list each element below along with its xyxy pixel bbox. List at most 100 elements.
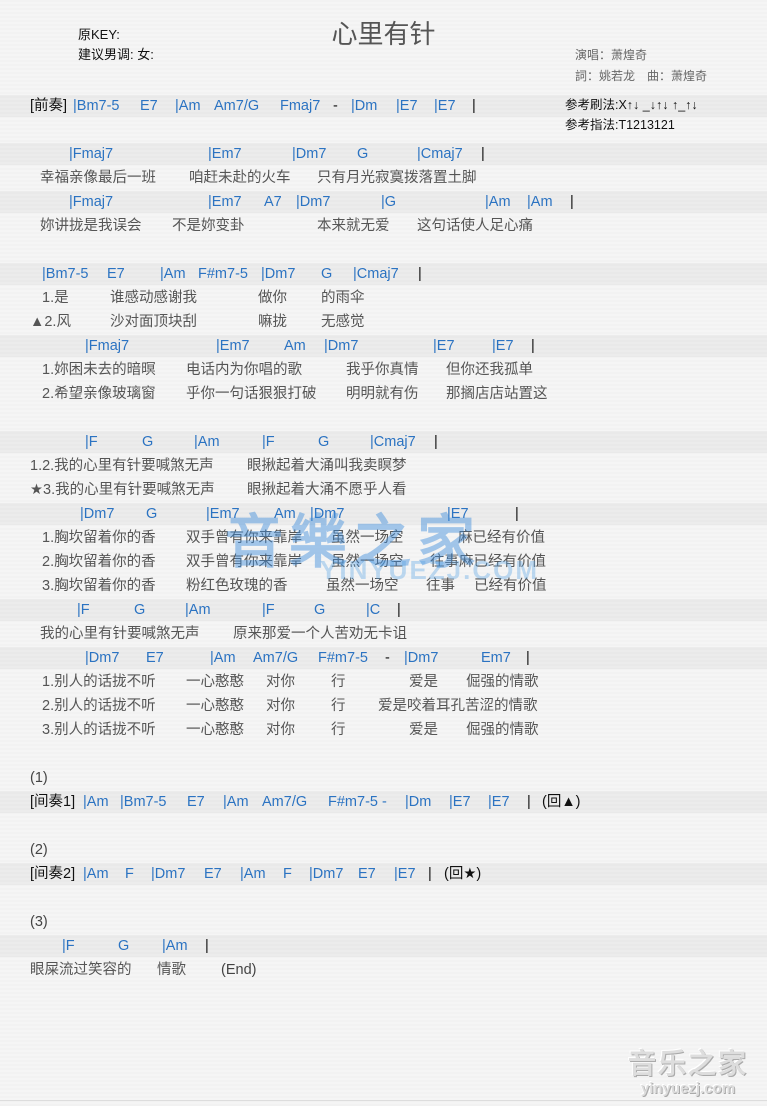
chord: |Fmaj7 <box>69 146 114 162</box>
chord: A7 <box>264 194 282 210</box>
chord: |Am <box>194 434 220 450</box>
lyric-segment: 已经有价值 <box>474 578 547 594</box>
chord: |E7 <box>433 338 455 354</box>
chord: |E7 <box>434 98 456 114</box>
lyric-segment: 对你 <box>266 698 295 714</box>
lyric-segment: 2.胸坎留着你的香 <box>42 554 156 570</box>
lyric-segment: 3.胸坎留着你的香 <box>42 578 156 594</box>
chord: |Dm7 <box>404 650 439 666</box>
chord: Em7 <box>481 650 511 666</box>
chord: |F <box>262 602 275 618</box>
lyric-segment: 幸福亲像最后一班 <box>40 170 156 186</box>
original-key: 原KEY: <box>78 27 120 42</box>
chord: F#m7-5 <box>198 266 248 282</box>
lyric-segment: 对你 <box>266 722 295 738</box>
lyric-segment: 行 <box>331 722 346 738</box>
bar-line: | <box>428 866 432 882</box>
lyric-segment: 一心憨憨 <box>186 698 244 714</box>
chord: |Dm7 <box>296 194 331 210</box>
chord: |F <box>85 434 98 450</box>
chord: Fmaj7 <box>280 98 321 114</box>
chord: |E7 <box>447 506 469 522</box>
section-marker: (1) <box>30 770 48 786</box>
lyric-segment: 倔强的情歌 <box>466 722 539 738</box>
chord: |Bm7-5 <box>120 794 167 810</box>
lyric-segment: 1.别人的话拢不听 <box>42 674 156 690</box>
chord: E7 <box>187 794 205 810</box>
chord: |E7 <box>492 338 514 354</box>
lyric-segment: 爱是 <box>409 674 438 690</box>
lyric-segment: 眼揪起着大涌叫我卖瞑梦 <box>247 458 407 474</box>
repeat-marker: (回▲) <box>542 794 581 810</box>
chord: F#m7-5 - <box>328 794 387 810</box>
bar-line: | <box>531 338 535 354</box>
chord: G <box>118 938 130 954</box>
lyric-segment: 一心憨憨 <box>186 722 244 738</box>
lyric-segment: 原来那爱一个人苦劝无卡诅 <box>233 626 407 642</box>
chord: F#m7-5 <box>318 650 368 666</box>
chord: |Dm <box>405 794 432 810</box>
chord-row-band <box>0 503 767 525</box>
chord: |Cmaj7 <box>417 146 463 162</box>
chord: |E7 <box>449 794 471 810</box>
lyric-segment: 1.胸坎留着你的香 <box>42 530 156 546</box>
chord: |Am <box>223 794 249 810</box>
bar-line: | <box>397 602 401 618</box>
lyric-segment: 不是妳变卦 <box>172 218 245 234</box>
lyric-segment: 爱是咬着耳孔苦涩的情歌 <box>378 698 538 714</box>
section-marker: (2) <box>30 842 48 858</box>
divider <box>0 1100 767 1101</box>
chord: E7 <box>204 866 222 882</box>
lyric-segment: 嘛拢 <box>258 314 287 330</box>
chord: E7 <box>140 98 158 114</box>
lyric-segment: 2.希望亲像玻璃窗 <box>42 386 156 402</box>
lyric-segment: 1.妳困未去的暗暝 <box>42 362 156 378</box>
lyric-segment: 2.别人的话拢不听 <box>42 698 156 714</box>
chord: |G <box>381 194 397 210</box>
lyric-segment: 无感觉 <box>321 314 365 330</box>
lyric-segment: 做你 <box>258 290 287 306</box>
lyric-segment: 行 <box>331 698 346 714</box>
lyric-segment: 只有月光寂寞拨落置土脚 <box>317 170 477 186</box>
chord: |Am <box>485 194 511 210</box>
chord: G <box>321 266 333 282</box>
chord: |Am <box>162 938 188 954</box>
bar-line: | <box>205 938 209 954</box>
chord: |Dm <box>351 98 378 114</box>
chord-row-band <box>0 935 767 957</box>
chord-row-band <box>0 599 767 621</box>
chord: |Em7 <box>208 146 242 162</box>
chord: |Dm7 <box>261 266 296 282</box>
bar-line: | <box>434 434 438 450</box>
site-logo: 音乐之家 yinyuezj.com <box>618 1048 758 1098</box>
bar-line: | <box>526 650 530 666</box>
lyric-segment: ▲2.风 <box>30 314 71 330</box>
chord: |Am <box>160 266 186 282</box>
chord: |Cmaj7 <box>370 434 416 450</box>
chord: |Dm7 <box>324 338 359 354</box>
bar-line: | <box>472 98 476 114</box>
chord: |C <box>366 602 381 618</box>
section-label: [间奏2] <box>30 866 76 882</box>
chord: |Am <box>210 650 236 666</box>
lyric-segment: 本来就无爱 <box>317 218 390 234</box>
bar-line: | <box>527 794 531 810</box>
lyric-segment: 那搁店店站置这 <box>446 386 548 402</box>
hold-marker: - <box>333 98 338 114</box>
section-marker: (End) <box>221 962 257 978</box>
chord: G <box>134 602 146 618</box>
section-marker: (3) <box>30 914 48 930</box>
lyric-segment: 电话内为你唱的歌 <box>186 362 302 378</box>
logo-main: 音乐之家 <box>627 1048 748 1079</box>
logo-url: yinyuezj.com <box>640 1080 736 1097</box>
lyric-segment: 我乎你真情 <box>346 362 419 378</box>
chord: Am7/G <box>253 650 299 666</box>
lyric-segment: 麻已经有价值 <box>458 530 545 546</box>
lyric-segment: ★3.我的心里有针要喊煞无声 <box>30 482 215 498</box>
lyric-segment: 爱是 <box>409 722 438 738</box>
chord: Am7/G <box>214 98 260 114</box>
lyric-segment: 沙对面顶块刮 <box>110 314 197 330</box>
lyricist-composer-credit: 詞：姚若龙 曲：萧煌奇 <box>575 69 708 83</box>
chord: |Am <box>175 98 201 114</box>
hold-marker: - <box>385 650 390 666</box>
